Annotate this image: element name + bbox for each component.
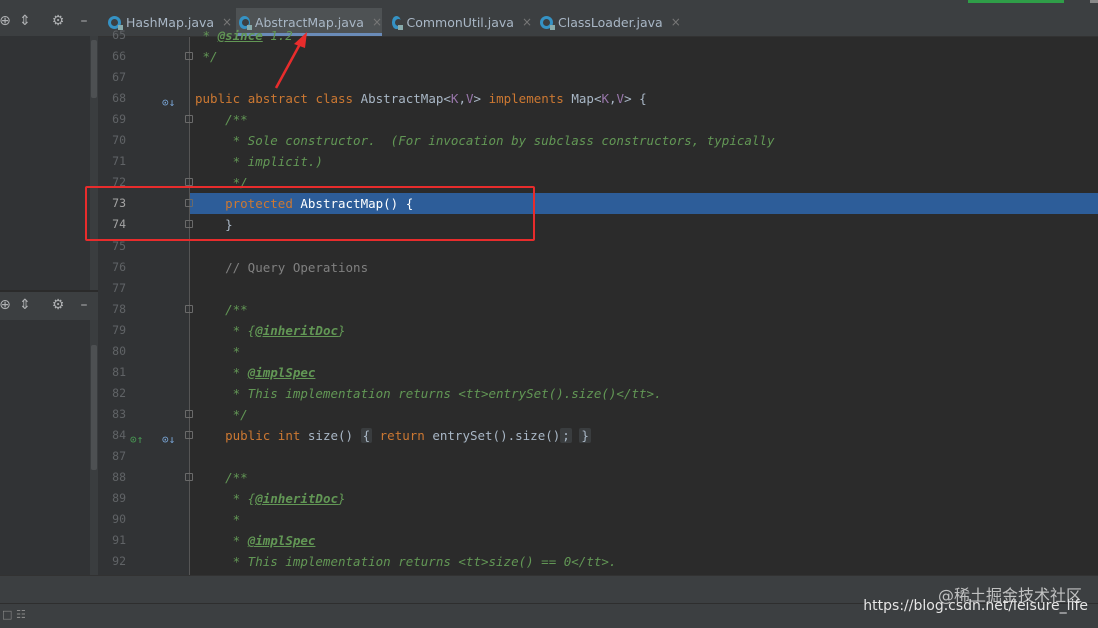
arrow-head <box>294 32 307 48</box>
status-layout-icon[interactable]: ☷ <box>16 608 26 621</box>
status-square-icon[interactable]: □ <box>2 608 12 621</box>
arrow-shaft <box>274 43 302 89</box>
annotation-arrow <box>274 32 307 89</box>
watermark-csdn: https://blog.csdn.net/leisure_life <box>863 598 1088 614</box>
